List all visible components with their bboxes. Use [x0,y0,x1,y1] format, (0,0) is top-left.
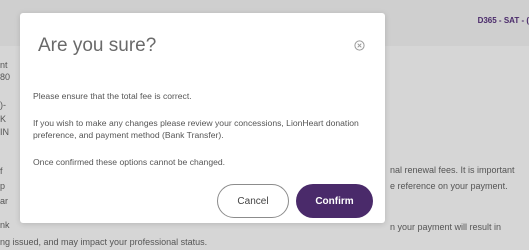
background-text: ng issued, and may impact your professio… [0,237,208,247]
background-text: 80 [0,72,11,82]
background-text: n your payment will result in [390,222,502,232]
background-text: K [0,114,7,124]
cancel-button[interactable]: Cancel [217,184,289,218]
dialog-title: Are you sure? [38,35,157,56]
background-text: )- [0,100,6,110]
background-text: nal renewal fees. It is important [390,165,515,175]
background-text: p [0,181,6,191]
confirm-button[interactable]: Confirm [296,184,373,218]
background-text: e reference on your payment. [390,181,508,191]
background-text: nk [0,220,10,230]
final-warning-text: Once confirmed these options cannot be c… [33,157,226,167]
environment-tag: D365 - SAT - ( [477,16,529,25]
background-text: ar [0,196,9,206]
fee-check-text: Please ensure that the total fee is corr… [33,91,192,101]
background-text: IN [0,127,9,137]
background-text: f [0,166,3,176]
review-changes-text: If you wish to make any changes please r… [33,118,359,140]
close-icon[interactable] [354,40,365,51]
confirm-dialog: Are you sure? Please ensure that the tot… [20,13,385,223]
background-text: nt [0,60,8,70]
